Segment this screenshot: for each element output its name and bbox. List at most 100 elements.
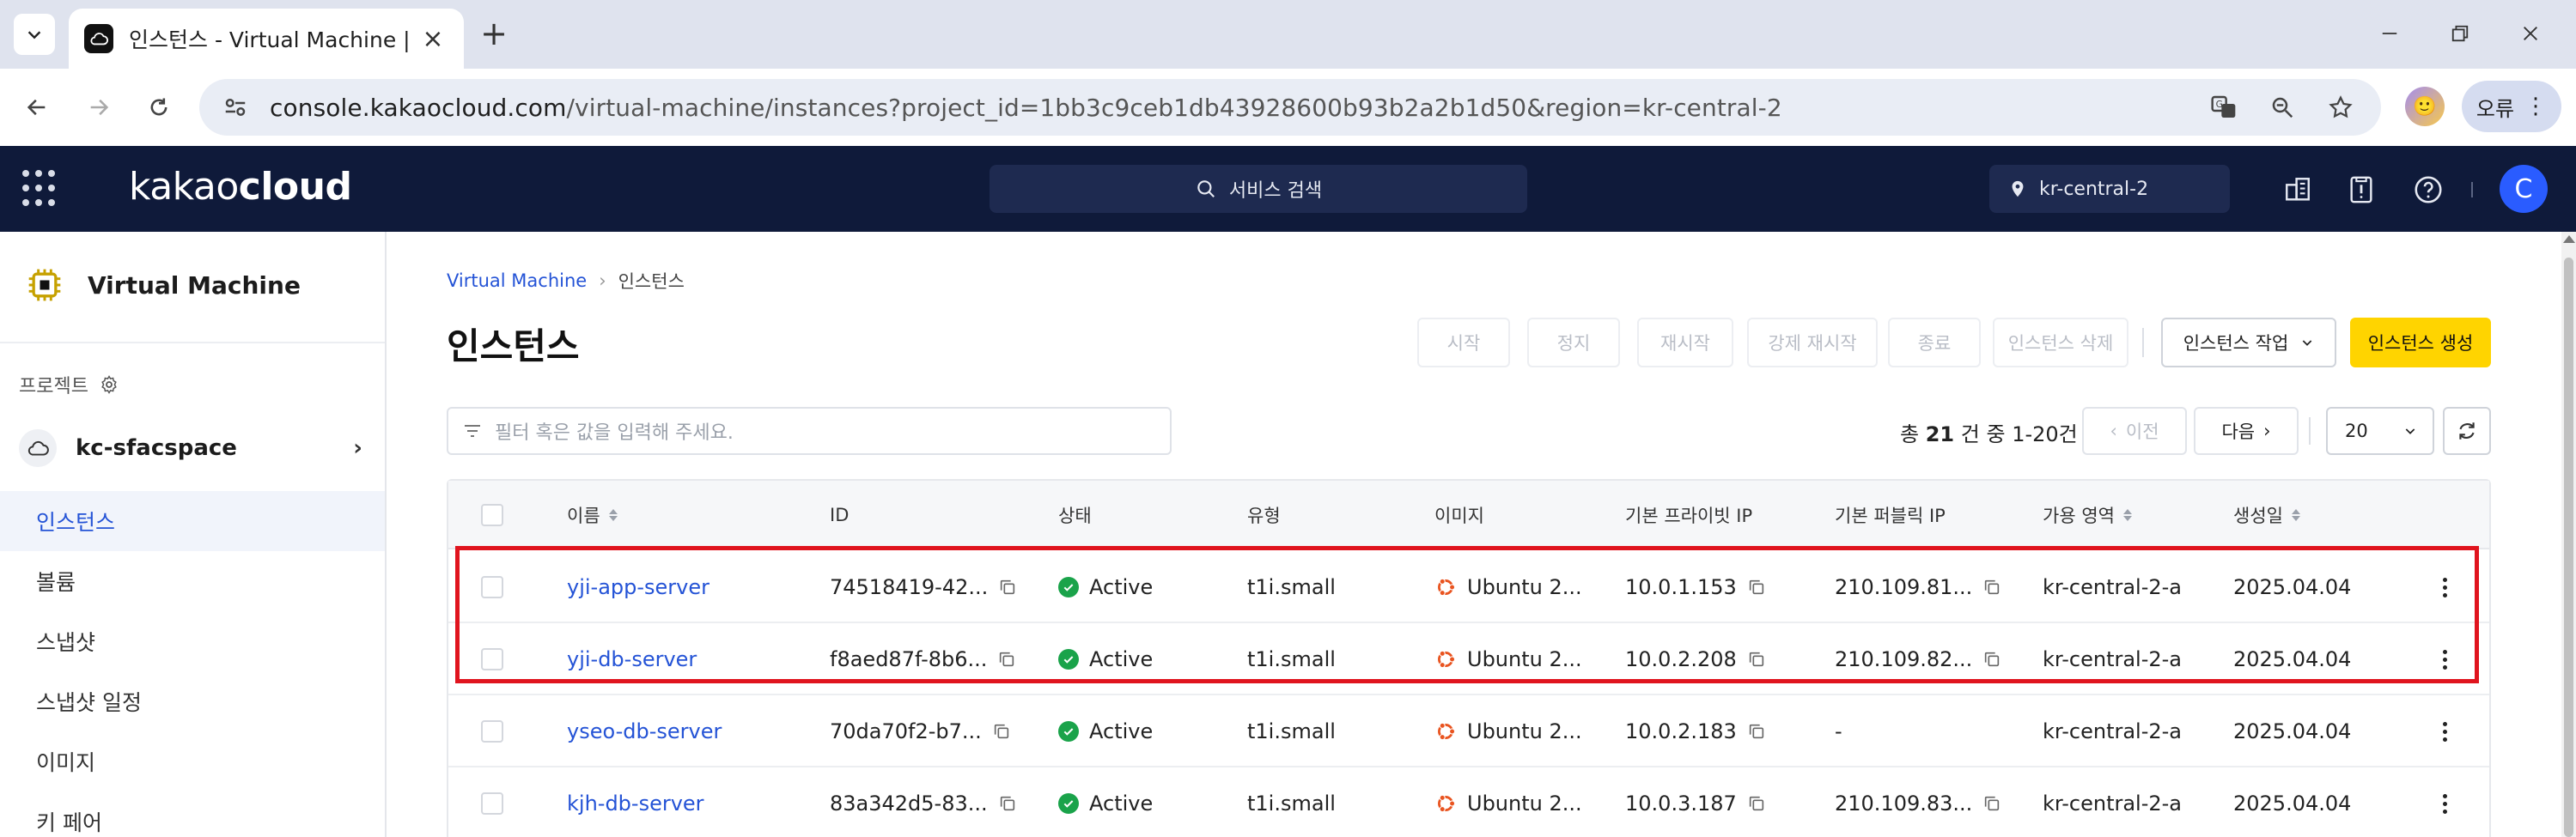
project-selector[interactable]: kc-sfacspace › (19, 429, 362, 467)
svg-text:G: G (2216, 99, 2223, 110)
create-instance-button[interactable]: 인스턴스 생성 (2350, 318, 2491, 367)
browser-tab-active[interactable]: 인스턴스 - Virtual Machine | 카 × (69, 9, 464, 69)
sort-icon (2122, 509, 2132, 521)
sidebar-item-snapshot-schedule[interactable]: 스냅샷 일정 (0, 671, 385, 731)
copy-icon[interactable] (1747, 722, 1766, 741)
search-icon (1197, 180, 1215, 197)
search-placeholder: 서비스 검색 (1228, 180, 1323, 202)
minimize-button[interactable] (2364, 12, 2415, 55)
refresh-button[interactable] (2443, 407, 2491, 455)
start-button[interactable]: 시작 (1417, 318, 1510, 367)
service-title-text: Virtual Machine (88, 270, 301, 300)
status-badge: Active (1089, 792, 1154, 816)
column-type: 유형 (1247, 506, 1281, 526)
chevron-down-icon (27, 31, 41, 39)
bookmark-star-icon[interactable] (2321, 88, 2360, 127)
notice-icon[interactable] (2343, 172, 2379, 208)
sidebar-item-volumes[interactable]: 볼륨 (0, 551, 385, 611)
scroll-up-arrow-icon[interactable] (2563, 235, 2575, 243)
kakaocloud-logo[interactable]: kakaocloud (129, 165, 352, 209)
ubuntu-logo-icon (1434, 720, 1457, 743)
project-label: 프로젝트 (19, 371, 119, 398)
zoom-icon[interactable] (2262, 88, 2302, 127)
help-icon[interactable] (2410, 172, 2446, 208)
table-row[interactable]: yseo-db-server 70da70f2-b7... Active t1i.sm… (448, 695, 2489, 767)
column-zone[interactable]: 가용 영역 (2043, 481, 2132, 549)
restore-button[interactable] (2434, 12, 2486, 55)
table-row[interactable]: kjh-db-server 83a342d5-83... Active t1i.sma… (448, 767, 2489, 837)
reload-button[interactable] (137, 86, 180, 129)
breadcrumb: Virtual Machine › 인스턴스 (447, 268, 685, 294)
row-checkbox[interactable] (481, 767, 503, 837)
select-all-checkbox[interactable] (481, 481, 503, 549)
cloud-icon (19, 429, 57, 467)
user-avatar[interactable]: C (2500, 165, 2548, 213)
stop-button[interactable]: 정지 (1527, 318, 1620, 367)
docs-icon[interactable] (2280, 172, 2316, 208)
image-cell: Ubuntu 2... (1434, 767, 1582, 837)
sidebar-item-images[interactable]: 이미지 (0, 731, 385, 792)
instance-task-dropdown[interactable]: 인스턴스 작업 (2161, 318, 2336, 367)
copy-icon[interactable] (992, 722, 1011, 741)
instance-name-link[interactable]: yseo-db-server (567, 695, 722, 767)
next-page-label: 다음 (2221, 422, 2256, 442)
delete-instance-button[interactable]: 인스턴스 삭제 (1993, 318, 2128, 367)
status-cell: Active (1058, 695, 1153, 767)
site-settings-icon[interactable] (218, 90, 253, 124)
back-button[interactable] (15, 86, 58, 129)
page-size-select[interactable]: 20 (2326, 407, 2434, 455)
filter-icon (465, 425, 480, 437)
filter-input[interactable]: 필터 혹은 값을 입력해 주세요. (447, 407, 1172, 455)
app-header: kakaocloud 서비스 검색 kr-central-2 C (0, 146, 2576, 232)
arrow-left-icon (27, 99, 46, 116)
sort-icon (2291, 509, 2300, 521)
column-created[interactable]: 생성일 (2233, 481, 2300, 549)
new-tab-button[interactable]: + (474, 14, 514, 53)
column-name[interactable]: 이름 (567, 481, 618, 549)
tab-search-button[interactable] (14, 14, 55, 55)
service-search-input[interactable]: 서비스 검색 (990, 165, 1527, 213)
app-launcher-icon[interactable] (22, 170, 60, 208)
gear-icon[interactable] (99, 374, 119, 395)
refresh-icon (2459, 422, 2475, 440)
instance-id-cell: 70da70f2-b7... (830, 695, 1011, 767)
address-bar[interactable]: console.kakaocloud.com/virtual-machine/i… (199, 79, 2381, 136)
profile-error-button[interactable]: 오류 ⋮ (2462, 81, 2561, 132)
copy-icon[interactable] (1747, 794, 1766, 813)
sidebar-item-instances[interactable]: 인스턴스 (0, 491, 385, 551)
forward-button[interactable] (77, 86, 120, 129)
translate-icon[interactable]: G (2204, 88, 2244, 127)
breadcrumb-root[interactable]: Virtual Machine (447, 270, 587, 291)
zone-cell: kr-central-2-a (2043, 719, 2183, 743)
force-restart-button[interactable]: 강제 재시작 (1747, 318, 1878, 367)
prev-page-button[interactable]: ‹ 이전 (2082, 407, 2187, 455)
row-checkbox[interactable] (481, 695, 503, 767)
more-vert-icon: ⋮ (2524, 94, 2548, 119)
sort-icon (608, 509, 618, 521)
terminate-button[interactable]: 종료 (1888, 318, 1981, 367)
sidebar-item-snapshots[interactable]: 스냅샷 (0, 611, 385, 671)
close-window-button[interactable] (2505, 12, 2556, 55)
restart-button[interactable]: 재시작 (1637, 318, 1733, 367)
page-size-value: 20 (2345, 421, 2368, 441)
location-pin-icon (2012, 180, 2024, 197)
zone-cell: kr-central-2-a (2043, 792, 2183, 816)
tab-title: 인스턴스 - Virtual Machine | 카 (129, 27, 409, 52)
more-vert-icon (2443, 793, 2447, 814)
filter-placeholder: 필터 혹은 값을 입력해 주세요. (495, 422, 734, 444)
sidebar-item-key-pairs[interactable]: 키 페어 (0, 792, 385, 837)
scrollbar-thumb[interactable] (2564, 258, 2573, 837)
instance-task-label: 인스턴스 작업 (2183, 333, 2289, 354)
tab-close-icon[interactable]: × (417, 23, 448, 54)
copy-icon[interactable] (998, 794, 1017, 813)
instance-name-link[interactable]: kjh-db-server (567, 767, 704, 837)
column-status: 상태 (1058, 506, 1092, 526)
region-selector[interactable]: kr-central-2 (1989, 165, 2230, 213)
browser-profile-avatar[interactable]: 🙂 (2405, 87, 2445, 126)
row-more-menu[interactable] (2443, 695, 2447, 767)
action-divider (2142, 328, 2144, 357)
next-page-button[interactable]: 다음 › (2194, 407, 2299, 455)
row-more-menu[interactable] (2443, 767, 2447, 837)
page-title: 인스턴스 (447, 325, 580, 367)
copy-icon[interactable] (1982, 794, 2001, 813)
